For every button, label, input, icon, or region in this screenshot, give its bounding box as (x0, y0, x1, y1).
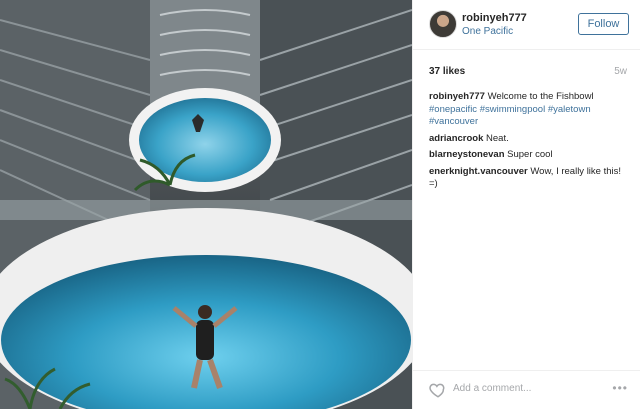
heart-icon[interactable] (429, 381, 447, 399)
caption-text: Welcome to the Fishbowl (487, 91, 594, 102)
post-photo[interactable] (0, 0, 412, 409)
hashtag-link[interactable]: #onepacific (429, 104, 477, 115)
comment-text: Super cool (507, 149, 553, 160)
username-link[interactable]: robinyeh777 (462, 12, 527, 24)
likes-count[interactable]: 37 likes (429, 66, 465, 77)
post-header: robinyeh777 One Pacific Follow (413, 0, 640, 50)
comments-list: robinyeh777 Welcome to the Fishbowl #one… (429, 91, 629, 195)
follow-button[interactable]: Follow (578, 13, 629, 35)
post-age: 5w (614, 66, 627, 77)
comment-item: blarneystonevan Super cool (429, 149, 629, 162)
comment-username[interactable]: blarneystonevan (429, 149, 505, 160)
hashtag-link[interactable]: #vancouver (429, 116, 478, 127)
comment-username[interactable]: enerknight.vancouver (429, 166, 528, 177)
hashtag-link[interactable]: #yaletown (548, 104, 591, 115)
comment-item: adriancrook Neat. (429, 133, 629, 146)
caption-username[interactable]: robinyeh777 (429, 91, 485, 102)
caption: robinyeh777 Welcome to the Fishbowl #one… (429, 91, 629, 129)
add-comment-input[interactable]: Add a comment... (453, 383, 531, 394)
hashtag-link[interactable]: #swimmingpool (480, 104, 545, 115)
more-options-icon[interactable]: ••• (612, 381, 628, 395)
comment-text: Neat. (486, 132, 509, 144)
post-footer: Add a comment... ••• (413, 370, 640, 409)
location-link[interactable]: One Pacific (462, 26, 513, 37)
post-sidebar: robinyeh777 One Pacific Follow 37 likes … (412, 0, 640, 409)
comment-username[interactable]: adriancrook (429, 133, 483, 144)
photo-illustration (0, 0, 412, 409)
avatar-icon[interactable] (429, 10, 457, 38)
comment-item: enerknight.vancouver Wow, I really like … (429, 166, 629, 191)
